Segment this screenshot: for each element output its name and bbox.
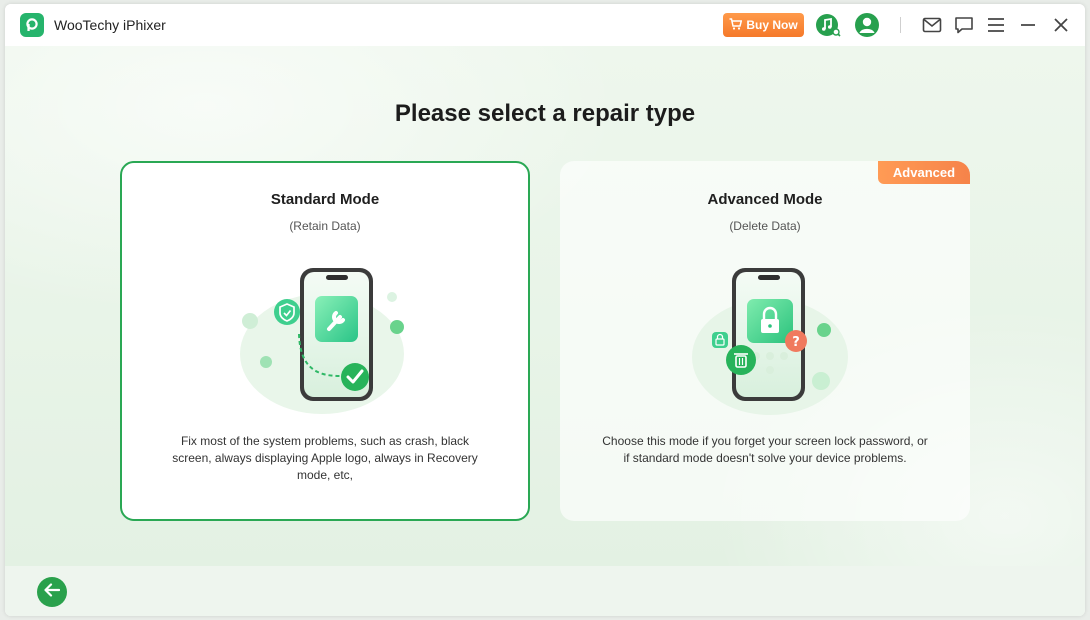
footer-bar — [5, 566, 1085, 616]
cart-icon — [729, 17, 743, 33]
advanced-mode-description: Choose this mode if you forget your scre… — [602, 434, 928, 465]
chat-icon[interactable] — [951, 12, 977, 38]
main-content: Please select a repair type Standard Mod… — [5, 46, 1085, 566]
close-icon[interactable] — [1048, 12, 1074, 38]
phone-repair-illustration — [240, 268, 404, 414]
music-search-icon[interactable] — [815, 12, 841, 38]
titlebar-separator — [900, 17, 901, 33]
app-logo-icon — [20, 13, 44, 37]
minimize-icon[interactable] — [1015, 12, 1041, 38]
standard-mode-subtitle: (Retain Data) — [289, 219, 361, 233]
menu-icon[interactable] — [983, 12, 1009, 38]
arrow-left-icon — [44, 582, 61, 602]
advanced-badge: Advanced — [878, 161, 970, 184]
app-title: WooTechy iPhixer — [54, 17, 166, 33]
advanced-mode-title: Advanced Mode — [707, 191, 823, 208]
back-button[interactable] — [37, 577, 67, 607]
buy-now-label: Buy Now — [746, 18, 798, 32]
app-window: WooTechy iPhixer Buy Now Please select a… — [5, 4, 1085, 616]
advanced-mode-card[interactable]: Advanced Advanced Mode (Delete Data) ? C… — [560, 161, 970, 521]
title-bar: WooTechy iPhixer Buy Now — [5, 4, 1085, 46]
standard-mode-title: Standard Mode — [270, 191, 380, 208]
svg-text:?: ? — [792, 335, 800, 350]
phone-lock-illustration: ? — [692, 268, 848, 415]
page-title: Please select a repair type — [394, 100, 696, 127]
buy-now-button[interactable]: Buy Now — [723, 13, 804, 37]
advanced-mode-subtitle: (Delete Data) — [729, 219, 801, 233]
user-avatar-icon[interactable] — [854, 12, 880, 38]
standard-mode-description: Fix most of the system problems, such as… — [172, 434, 478, 482]
standard-mode-card[interactable]: Standard Mode (Retain Data) Fix most of … — [120, 161, 530, 521]
mail-icon[interactable] — [919, 12, 945, 38]
